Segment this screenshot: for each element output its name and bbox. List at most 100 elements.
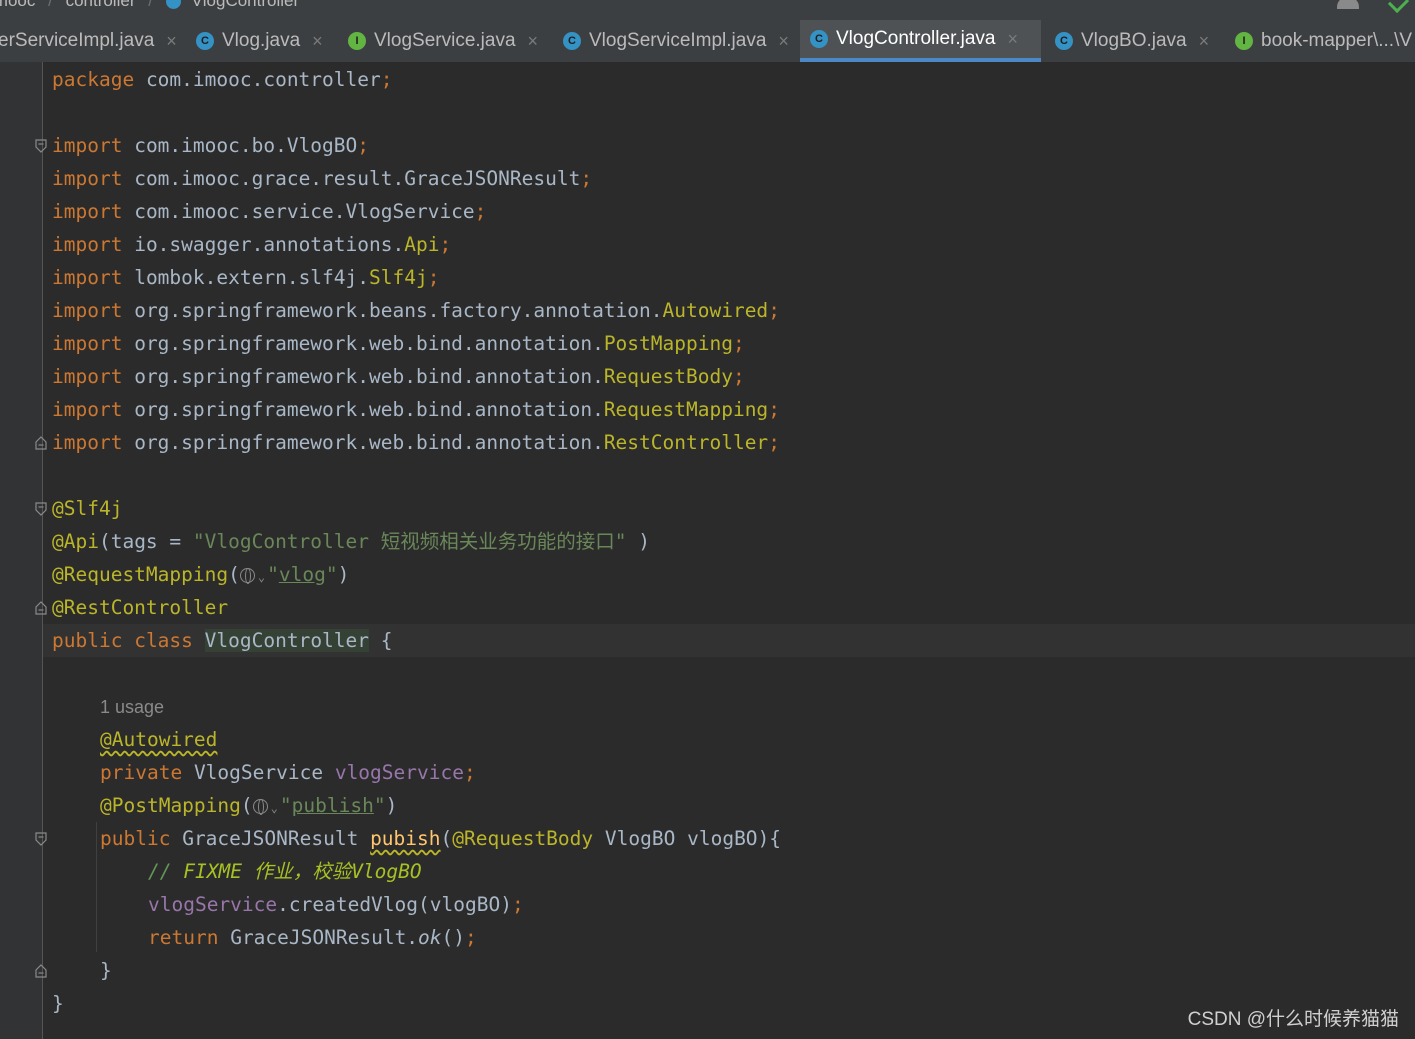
method-name[interactable]: pubish — [370, 827, 440, 850]
code-line-package: package com.imooc.controller; — [52, 63, 393, 96]
close-icon[interactable]: × — [312, 31, 323, 52]
code-line-annotation: @Autowired — [100, 723, 217, 756]
annotation: @Autowired — [100, 728, 218, 751]
field-name: vlogService — [148, 893, 278, 916]
user-icon[interactable] — [1337, 0, 1360, 9]
interface-icon: I — [348, 32, 366, 50]
import-path: com.imooc.service.VlogService — [134, 200, 475, 223]
paren: () — [441, 926, 466, 949]
tab-vlogcontroller[interactable]: C VlogController.java × — [800, 20, 1041, 62]
breadcrumb: imooc / controller / VlogController — [0, 0, 1415, 20]
method-call: ok — [418, 926, 442, 949]
fold-start-icon[interactable] — [35, 139, 47, 153]
quote: " — [325, 563, 338, 586]
code-editor[interactable]: package com.imooc.controller; import com… — [0, 62, 1415, 1039]
breadcrumb-item[interactable]: imooc — [0, 0, 35, 10]
class-name[interactable]: VlogController — [204, 629, 370, 652]
semicolon: ; — [732, 365, 745, 388]
import-path: org.springframework.beans.factory.annota… — [134, 299, 663, 322]
tab-book-mapper[interactable]: I book-mapper\...\V — [1225, 20, 1415, 62]
import-class: PostMapping — [603, 332, 733, 355]
code-line-import: import com.imooc.bo.VlogBO; — [52, 129, 369, 162]
semicolon: ; — [732, 332, 745, 355]
globe-icon[interactable] — [252, 799, 268, 815]
tab-vlogservice[interactable]: I VlogService.java × — [338, 20, 553, 62]
tab-label: VlogBO.java — [1081, 30, 1187, 51]
quote: " — [267, 563, 279, 586]
keyword: import — [52, 398, 123, 421]
class-icon — [165, 0, 181, 10]
tab-userserviceimpl[interactable]: erServiceImpl.java × — [0, 20, 178, 62]
breadcrumb-item[interactable]: VlogController — [191, 0, 299, 10]
fold-end-icon[interactable] — [35, 964, 47, 978]
breadcrumb-item[interactable]: controller — [66, 0, 136, 10]
code-line-annotation: @Slf4j — [52, 492, 122, 525]
annotation: @Slf4j — [52, 497, 123, 520]
close-icon[interactable]: × — [528, 31, 539, 52]
paren: ) — [337, 563, 350, 586]
quote: " — [279, 794, 292, 817]
code-line-field: private VlogService vlogService; — [100, 756, 476, 789]
keyword: import — [52, 299, 123, 322]
usage-count[interactable]: 1 usage — [100, 697, 164, 717]
close-icon[interactable]: × — [166, 31, 177, 52]
fold-start-icon[interactable] — [35, 502, 47, 516]
code-line-import: import lombok.extern.slf4j.Slf4j; — [52, 261, 439, 294]
type-name: VlogBO — [604, 827, 676, 850]
fold-end-icon[interactable] — [35, 601, 47, 615]
class-icon: C — [810, 30, 828, 48]
code-line-import: import org.springframework.beans.factory… — [52, 294, 780, 327]
close-icon[interactable]: × — [778, 31, 789, 52]
class-icon: C — [1055, 32, 1073, 50]
semicolon: ; — [768, 299, 780, 322]
semicolon: ; — [768, 398, 780, 421]
code-line-import: import com.imooc.grace.result.GraceJSONR… — [52, 162, 592, 195]
semicolon: ; — [427, 266, 440, 289]
usage-hint[interactable]: 1 usage — [100, 690, 164, 723]
annotation-args: ) — [626, 530, 650, 553]
keyword: import — [52, 134, 123, 157]
code-line-method-decl: public GraceJSONResult pubish(@RequestBo… — [100, 822, 781, 855]
paren: ( — [240, 794, 253, 817]
annotation: @PostMapping — [100, 794, 241, 817]
fold-start-icon[interactable] — [35, 832, 47, 846]
code-line-return: return GraceJSONResult.ok(); — [148, 921, 477, 954]
import-class: Slf4j — [369, 266, 428, 289]
brace: } — [100, 959, 112, 982]
tab-vlogserviceimpl[interactable]: C VlogServiceImpl.java × — [553, 20, 800, 62]
close-icon[interactable]: × — [1199, 31, 1210, 52]
code-line-brace: } — [52, 987, 64, 1020]
paren: ( — [228, 563, 240, 586]
import-class: RequestMapping — [603, 398, 769, 421]
keyword: import — [52, 365, 123, 388]
code-line-annotation: @RequestMapping(⌄ "vlog") — [52, 558, 349, 591]
import-class: RestController — [603, 431, 769, 454]
keyword: import — [52, 266, 123, 289]
line-gutter — [0, 62, 43, 1039]
semicolon: ; — [380, 68, 393, 91]
close-icon[interactable]: × — [1007, 29, 1018, 50]
tab-vlogbo[interactable]: C VlogBO.java × — [1045, 20, 1225, 62]
semicolon: ; — [357, 134, 370, 157]
chevron-down-icon[interactable]: ⌄ — [258, 570, 265, 584]
import-path: org.springframework.web.bind.annotation. — [134, 332, 604, 355]
brace: { — [380, 629, 393, 652]
semicolon: ; — [511, 893, 524, 916]
semicolon: ; — [474, 200, 487, 223]
url-link[interactable]: publish — [292, 794, 374, 817]
chevron-down-icon[interactable]: ⌄ — [271, 801, 278, 815]
watermark: CSDN @什么时候养猫猫 — [1187, 1009, 1399, 1030]
keyword: public — [52, 629, 123, 652]
code-line-import: import io.swagger.annotations.Api; — [52, 228, 451, 261]
code-line-class-decl: public class VlogController { — [52, 624, 393, 657]
tab-label: VlogServiceImpl.java — [589, 30, 767, 51]
keyword: import — [52, 332, 123, 355]
type-name: GraceJSONResult — [182, 827, 359, 850]
url-link[interactable]: vlog — [279, 563, 326, 586]
fold-end-icon[interactable] — [35, 436, 47, 450]
globe-icon[interactable] — [239, 568, 255, 584]
check-icon[interactable] — [1387, 0, 1410, 14]
package-name: com.imooc.controller — [145, 68, 381, 91]
tab-vlog[interactable]: C Vlog.java × — [186, 20, 338, 62]
breadcrumb-separator: / — [48, 0, 53, 10]
